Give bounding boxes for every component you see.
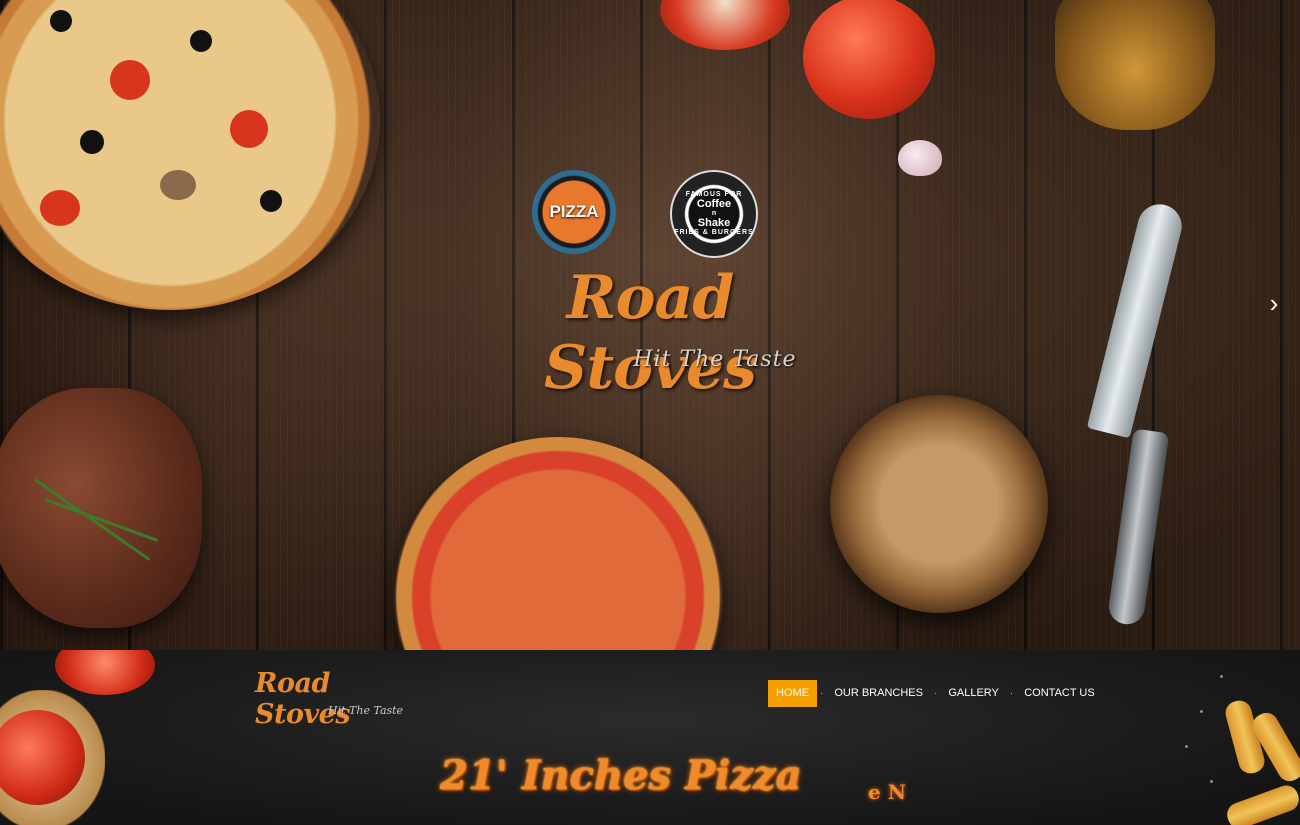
coffee-badge-logo: FAMOUS FOR Coffee n Shake FRIES & BURGER… <box>670 170 758 258</box>
salt-speck <box>1210 780 1213 783</box>
nav-home[interactable]: HOME <box>768 680 817 707</box>
rosemary-sprig <box>34 478 151 562</box>
oil-bottle-image <box>1055 0 1215 130</box>
nav-separator: · <box>1009 688 1014 699</box>
nav-contact-us[interactable]: CONTACT US <box>1016 680 1103 707</box>
hero-brand-tagline: Hit The Taste <box>633 347 797 372</box>
nav-separator: · <box>820 688 824 699</box>
tomato-image <box>803 0 935 119</box>
rosemary-sprig <box>44 498 159 542</box>
promo-marquee-text: e N <box>868 780 906 804</box>
olive-topping <box>190 30 212 52</box>
tomato-topping <box>110 60 150 100</box>
nav-our-branches[interactable]: OUR BRANCHES <box>826 680 931 707</box>
salt-speck <box>1200 710 1203 713</box>
steak-image <box>0 388 202 628</box>
nav-separator: · <box>933 688 938 699</box>
promo-headline: 21' Inches Pizza <box>440 752 802 799</box>
pizza-badge-text: PIZZA <box>549 202 599 221</box>
chevron-right-icon[interactable]: › <box>1262 290 1286 316</box>
coffee-badge-line1: Coffee <box>696 197 732 210</box>
header-logo-tagline: Hit The Taste <box>328 704 404 717</box>
hero-slider: PIZZA FAMOUS FOR Coffee n Shake FRIES & … <box>0 0 1300 650</box>
tomato-topping <box>230 110 268 148</box>
hero-brand-block: PIZZA FAMOUS FOR Coffee n Shake FRIES & … <box>470 165 830 403</box>
salt-speck <box>1185 745 1188 748</box>
nav-gallery[interactable]: GALLERY <box>940 680 1007 707</box>
olive-topping <box>50 10 72 32</box>
mushroom-topping <box>160 170 196 200</box>
tomato-topping <box>40 190 80 226</box>
coffee-cup-image <box>830 395 1048 613</box>
olive-topping <box>260 190 282 212</box>
salt-speck <box>1220 675 1223 678</box>
coffee-badge-line3: Shake <box>697 216 731 229</box>
hero-brand-title: Road Stoves <box>544 263 757 403</box>
garlic-image <box>898 140 942 176</box>
tomato-slice-image <box>55 650 155 695</box>
header-logo-title[interactable]: Road Stoves <box>255 668 425 730</box>
olive-topping <box>80 130 104 154</box>
fries-image <box>1223 782 1300 825</box>
main-nav: HOME · OUR BRANCHES · GALLERY · CONTACT … <box>768 680 1103 707</box>
coffee-badge-ring-bottom: FRIES & BURGERS <box>674 229 754 237</box>
pizza-badge-logo: PIZZA <box>532 170 616 254</box>
